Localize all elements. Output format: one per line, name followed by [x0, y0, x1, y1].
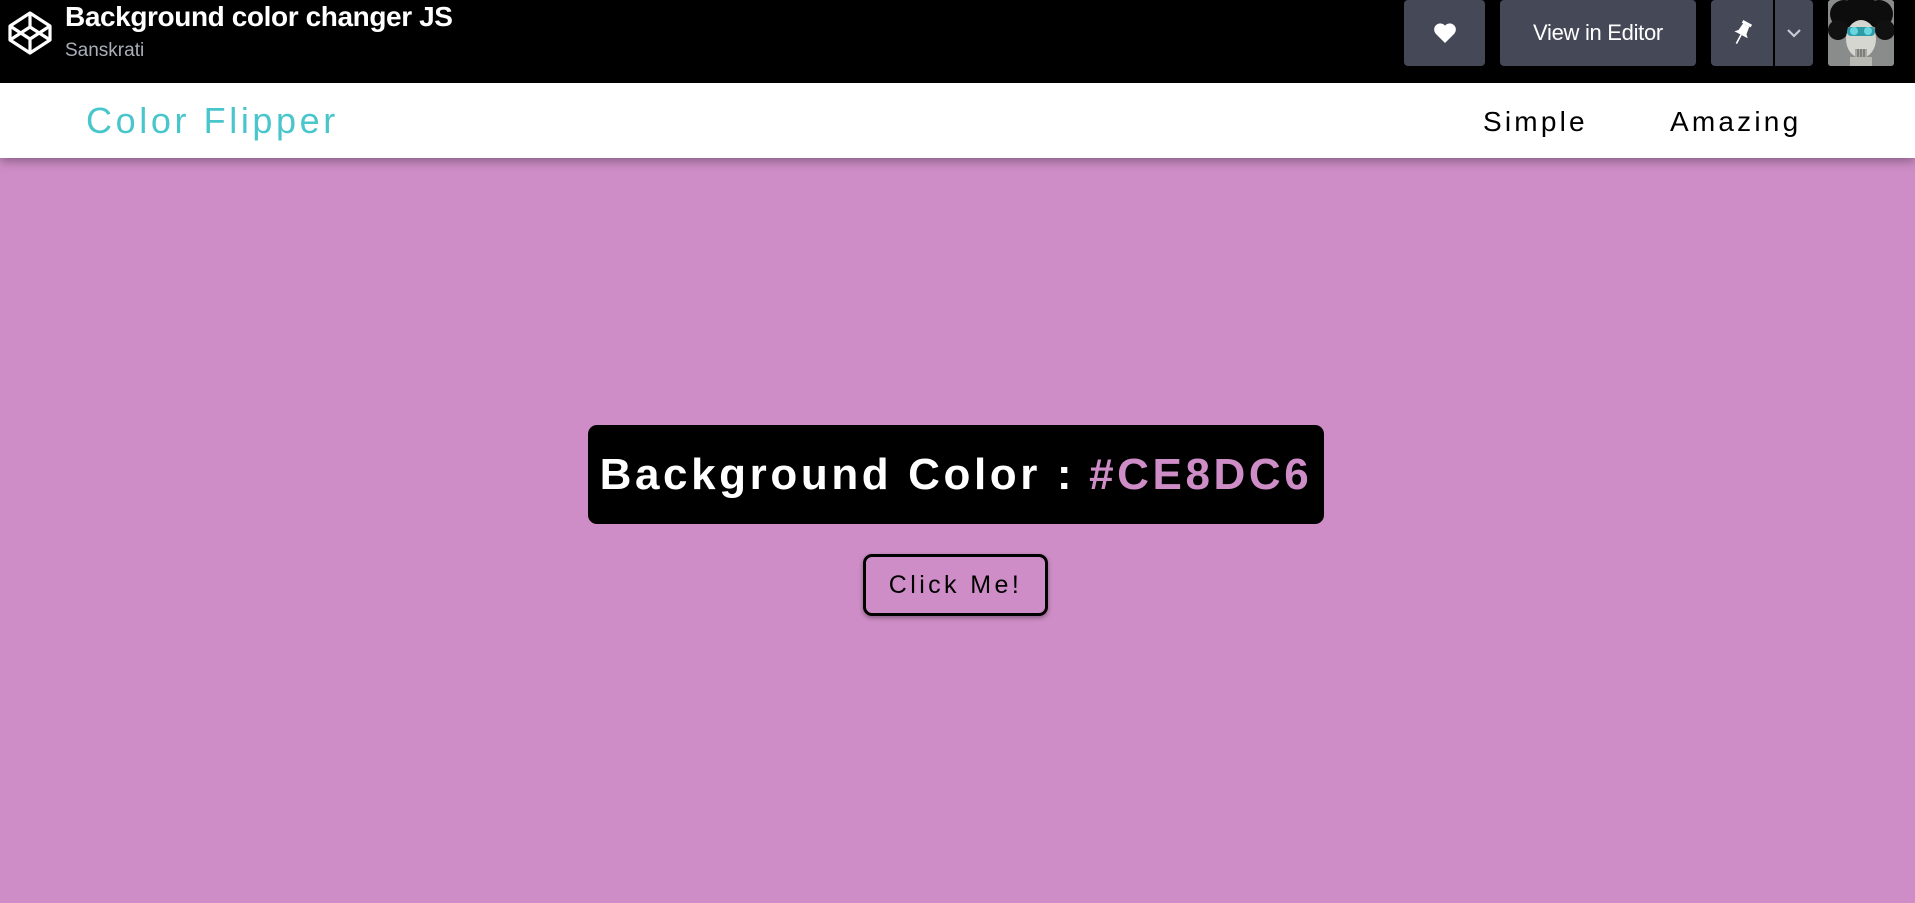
pen-author-link[interactable]: Sanskrati: [65, 40, 144, 62]
user-avatar[interactable]: [1828, 0, 1894, 66]
nav-link-simple[interactable]: Simple: [1483, 106, 1588, 138]
click-me-button[interactable]: Click Me!: [863, 554, 1048, 616]
pin-button[interactable]: [1711, 0, 1773, 66]
color-display-panel: Background Color : #CE8DC6: [588, 425, 1324, 524]
nav-link-amazing[interactable]: Amazing: [1670, 106, 1801, 138]
pen-title: Background color changer JS: [65, 1, 453, 32]
pin-menu-button[interactable]: [1775, 0, 1813, 66]
app-navbar: Color Flipper Simple Amazing: [0, 83, 1915, 158]
heart-icon: [1433, 23, 1456, 43]
color-label: Background Color: [599, 449, 1041, 499]
brand-title[interactable]: Color Flipper: [86, 100, 339, 142]
codepen-logo-icon[interactable]: [6, 9, 54, 57]
avatar-image: [1828, 0, 1894, 66]
color-stage: Background Color : #CE8DC6 Click Me!: [0, 158, 1915, 903]
chevron-down-icon: [1787, 29, 1801, 38]
view-in-editor-button[interactable]: View in Editor: [1500, 0, 1696, 66]
like-button[interactable]: [1404, 0, 1485, 66]
codepen-header: Background color changer JS Sanskrati Vi…: [0, 0, 1915, 83]
color-separator: :: [1056, 449, 1076, 499]
pin-icon: [1734, 20, 1753, 44]
color-value: #CE8DC6: [1089, 449, 1313, 499]
